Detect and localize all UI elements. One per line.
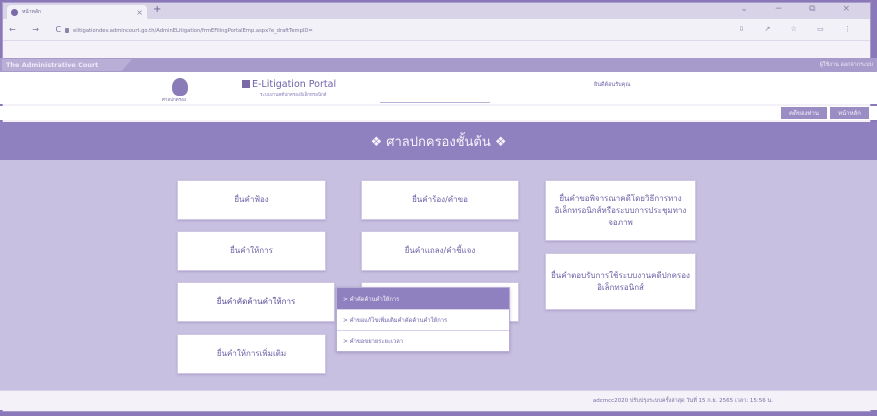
header-divider xyxy=(380,102,490,103)
court-banner: ❖ ศาลปกครองชั้นต้น ❖ xyxy=(0,122,877,160)
my-cases-button[interactable]: คดีของท่าน xyxy=(781,107,827,119)
file-testimony-card[interactable]: ยื่นคำให้การ xyxy=(177,231,326,271)
file-e-service-card[interactable]: ยื่นคำตอบรับการใช้ระบบงานคดีปกครองอิเล็ก… xyxy=(545,253,696,310)
portal-logo-icon xyxy=(242,80,250,88)
objection-submenu: > คำคัดค้านคำให้การ > คำขอแก้ไขเพิ่มเติม… xyxy=(336,287,510,352)
address-bar: ← → C elitigationdev.admincourt.go.th/Ad… xyxy=(3,19,870,41)
menu-band xyxy=(0,106,877,120)
court-emblem-icon xyxy=(172,78,188,96)
user-login-links[interactable]: ผู้ใช้งาน ออกจากระบบ xyxy=(820,61,873,69)
page-footer: adcmcc2020 ปรับปรุงระบบครั้งล่าสุด วันที… xyxy=(0,390,877,410)
portal-header xyxy=(0,72,877,104)
navigation-buttons[interactable]: ← → C xyxy=(9,25,68,34)
portal-subtitle: ระบบงานคดีปกครองอิเล็กทรอนิกส์ xyxy=(260,93,327,98)
file-complaint-card[interactable]: ยื่นคำฟ้อง xyxy=(177,180,326,220)
file-objection-card[interactable]: ยื่นคำคัดค้านคำให้การ xyxy=(177,282,335,322)
portal-title-text: E-Litigation Portal xyxy=(252,79,337,90)
window-controls[interactable]: ⌄ − ⧉ × xyxy=(740,4,862,14)
site-top-strip: The Administrative Court ผู้ใช้งาน ออกจา… xyxy=(0,58,877,72)
file-petition-card[interactable]: ยื่นคำร้อง/คำขอ xyxy=(361,180,519,220)
url-field[interactable]: elitigationdev.admincourt.go.th/AdminELi… xyxy=(65,28,313,34)
emblem-caption: ศาลปกครอง xyxy=(162,98,187,103)
file-additional-testimony-card[interactable]: ยื่นคำให้การเพิ่มเติม xyxy=(177,334,326,374)
portal-title: E-Litigation Portal xyxy=(242,79,336,90)
favicon-icon xyxy=(11,8,18,16)
browser-tab-bar: หน้าหลัก × + ⌄ − ⧉ × xyxy=(3,3,870,19)
submenu-item-amend-objection[interactable]: > คำขอแก้ไขเพิ่มเติมคำคัดค้านคำให้การ xyxy=(337,309,509,330)
lock-icon xyxy=(65,28,69,33)
home-button[interactable]: หน้าหลัก xyxy=(830,107,869,119)
close-tab-icon[interactable]: × xyxy=(136,8,143,17)
file-online-hearing-card[interactable]: ยื่นคำขอพิจารณาคดีโดยวิธีการทางอิเล็กทรอ… xyxy=(545,180,696,241)
file-statement-card[interactable]: ยื่นคำแถลง/คำชี้แจง xyxy=(361,231,519,271)
browser-tab-title: หน้าหลัก xyxy=(22,9,41,15)
browser-tab[interactable]: หน้าหลัก × xyxy=(7,5,147,19)
footer-text: adcmcc2020 ปรับปรุงระบบครั้งล่าสุด วันที… xyxy=(592,398,773,404)
new-tab-button[interactable]: + xyxy=(153,4,161,15)
submenu-item-objection[interactable]: > คำคัดค้านคำให้การ xyxy=(337,288,509,309)
toolbar-icons[interactable]: ⇩ ↗ ☆ ▭ ⋮ xyxy=(738,25,860,33)
url-text: elitigationdev.admincourt.go.th/AdminELi… xyxy=(73,28,313,34)
court-logo-text: The Administrative Court xyxy=(2,59,132,71)
welcome-text: ยินดีต้อนรับคุณ xyxy=(594,82,631,88)
submenu-item-extend-time[interactable]: > คำขอขยายระยะเวลา xyxy=(337,330,509,351)
